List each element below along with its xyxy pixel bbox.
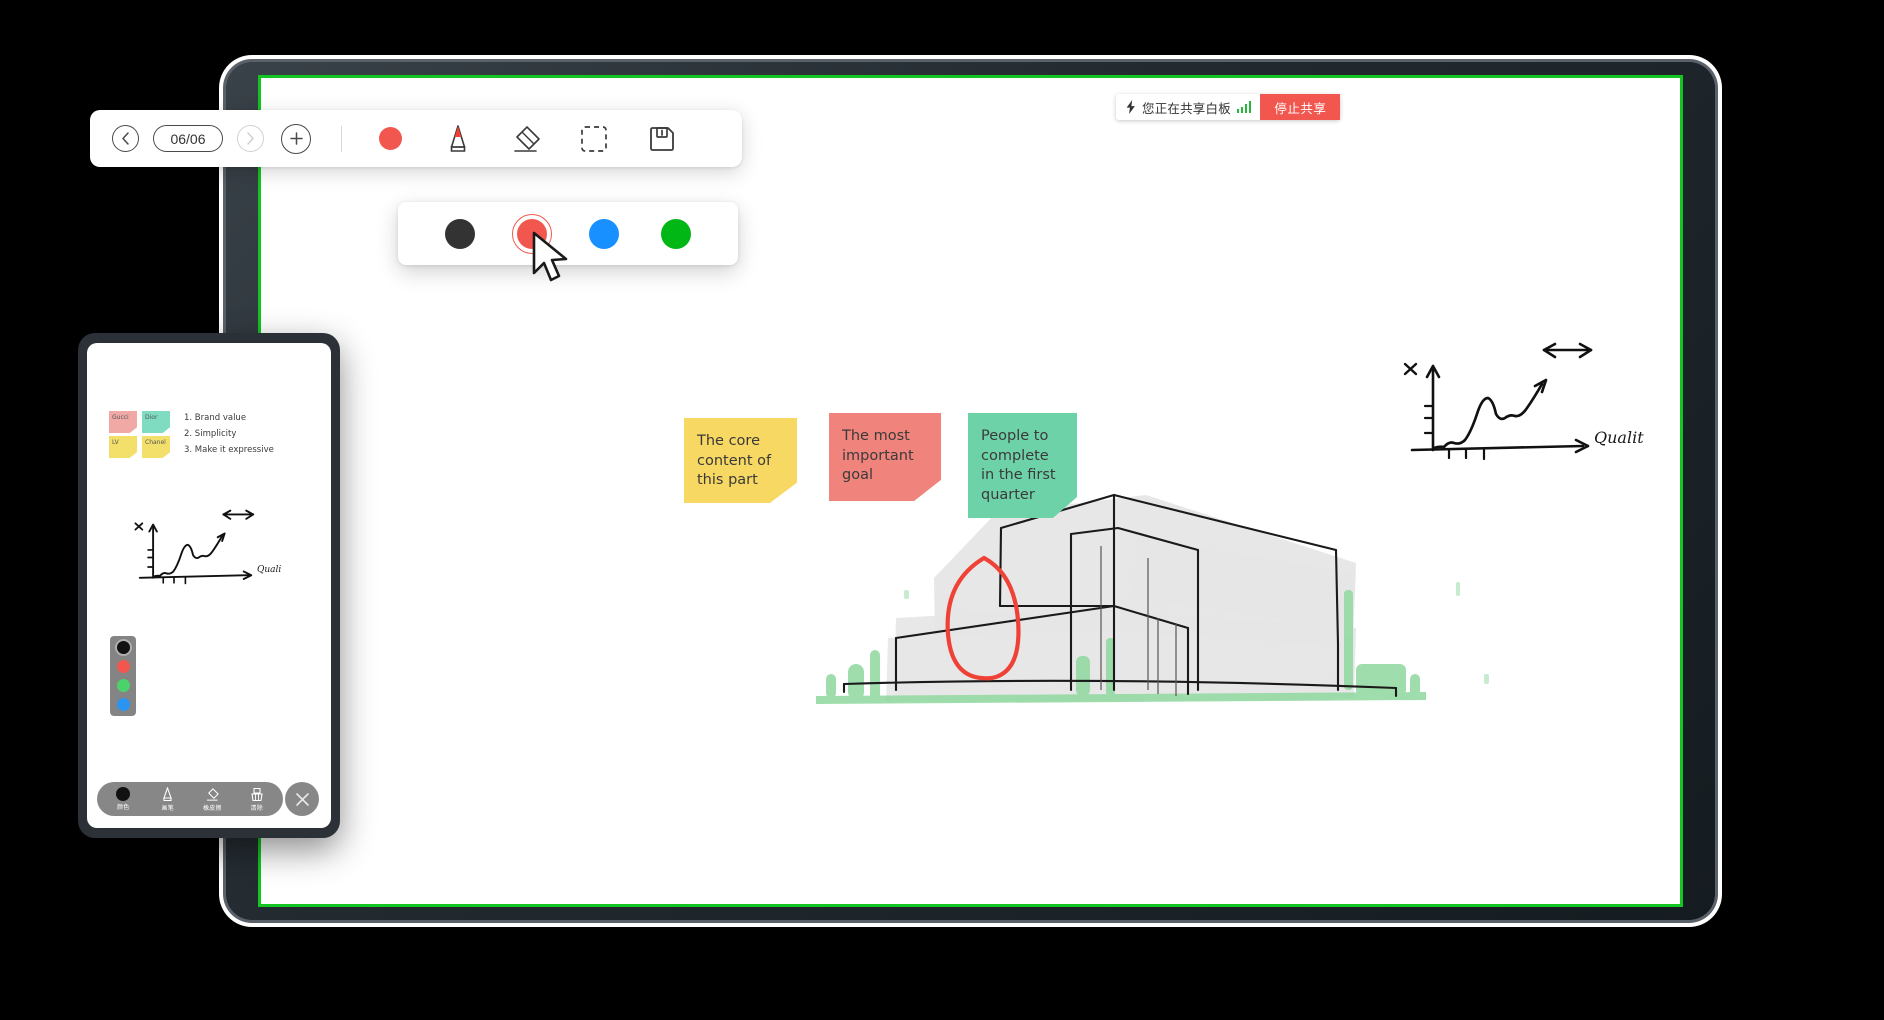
tablet-device-frame: 您正在共享白板 停止共享 The core content of this pa… [226,62,1715,920]
mobile-clear-button[interactable]: 清除 [237,787,277,812]
page-indicator[interactable]: 06/06 [153,125,223,152]
mini-sticky-note[interactable]: Dior [142,411,170,433]
mini-color-black[interactable] [116,641,130,654]
share-status-text: 您正在共享白板 [1142,101,1231,116]
toolbar-divider [341,125,343,152]
color-picker-button[interactable] [368,119,412,159]
prev-page-button[interactable] [112,125,139,152]
swatch-dot [589,218,619,249]
dashed-selection-icon [581,125,608,152]
pen-tool-button[interactable] [436,119,480,159]
mobile-pen-button[interactable]: 画笔 [148,786,188,812]
mini-sticky-note[interactable]: Gucci [109,411,137,433]
clear-broom-icon [251,787,263,801]
architectural-building-sketch[interactable] [796,478,1596,743]
pencil-icon [450,124,466,152]
mobile-device-preview[interactable]: Gucci Dior LV Chanel 1. Brand value 2. S… [78,333,340,838]
mini-color-red[interactable] [116,660,130,673]
swatch-dot [661,218,691,249]
select-tool-button[interactable] [572,119,616,159]
mobile-tool-label: 清除 [250,805,263,812]
color-swatch-blue[interactable] [584,214,624,254]
swatch-dot [517,218,547,249]
bolt-icon [1126,100,1135,114]
mobile-whiteboard-screen[interactable]: Gucci Dior LV Chanel 1. Brand value 2. S… [87,343,331,828]
mobile-tool-label: 橡皮擦 [202,805,222,812]
mobile-tool-label: 画笔 [161,805,174,812]
mini-list-item: 3. Make it expressive [184,445,274,455]
screenshot-stage: 您正在共享白板 停止共享 The core content of this pa… [0,0,1884,1020]
hand-drawn-growth-chart[interactable]: Qualit [1376,328,1676,483]
color-swatch-red[interactable] [512,213,552,254]
mini-list-item: 2. Simplicity [184,429,237,439]
next-page-button[interactable] [237,125,264,152]
current-color-dot [378,127,402,150]
color-picker-popup[interactable] [398,202,738,265]
color-swatch-black[interactable] [440,214,480,254]
signal-strength-icon [1236,101,1252,113]
mini-list-item: 1. Brand value [184,413,247,423]
swatch-dot [445,218,475,249]
screen-share-banner: 您正在共享白板 停止共享 [1116,94,1341,120]
mobile-color-strip[interactable] [110,636,136,716]
chevron-right-icon [247,132,254,145]
add-page-button[interactable] [281,123,311,154]
stop-share-button[interactable]: 停止共享 [1260,94,1341,120]
pen-icon [163,786,173,801]
mini-sticky-note[interactable]: LV [109,436,137,458]
building-svg [816,493,1489,704]
plus-icon [289,132,303,145]
chevron-left-icon [122,132,129,145]
mini-sticky-note[interactable]: Chanel [142,436,170,458]
sticky-note-red[interactable]: The most important goal [829,413,941,501]
mini-color-blue[interactable] [116,698,130,711]
eraser-icon [514,125,541,152]
shared-screen-area: 您正在共享白板 停止共享 The core content of this pa… [258,75,1683,907]
eraser-tool-button[interactable] [504,119,548,159]
mini-color-green[interactable] [116,679,130,692]
mini-chart-xlabel: Quali [257,565,282,575]
mobile-eraser-button[interactable]: 橡皮擦 [192,787,232,812]
close-x-icon [295,792,309,806]
color-swatch-green[interactable] [656,214,696,254]
floppy-disk-save-icon [650,126,675,151]
chart-svg [1403,342,1593,461]
whiteboard-toolbar[interactable]: 06/06 [90,110,742,167]
chart-xlabel: Qualit [1594,428,1644,447]
page-nav-group: 06/06 [112,123,311,154]
mobile-color-button[interactable]: 颜色 [103,787,143,811]
save-button[interactable] [640,119,684,159]
mobile-close-button[interactable] [285,782,319,816]
sticky-note-yellow[interactable]: The core content of this part [684,418,797,503]
eraser-icon [206,787,219,801]
mini-hand-drawn-chart [134,509,255,585]
drawing-tools-group [368,119,684,159]
color-dot-icon [116,787,131,801]
sticky-note-green[interactable]: People to complete in the first quarter [968,413,1077,518]
mobile-tool-label: 颜色 [117,805,130,811]
mobile-bottom-toolbar[interactable]: 颜色 画笔 橡皮擦 清除 [97,782,283,816]
